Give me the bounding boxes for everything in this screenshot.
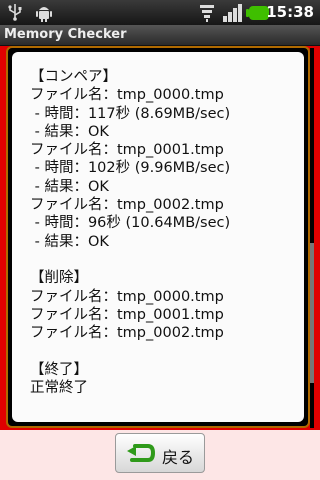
log-line: ファイル名：tmp_0000.tmp — [30, 87, 224, 104]
log-line: ファイル名：tmp_0002.tmp — [30, 197, 224, 214]
log-line: ファイル名：tmp_0001.tmp — [30, 142, 224, 159]
log-line: 【コンペア】 — [30, 69, 117, 85]
log-line: 正常終了 — [30, 380, 88, 397]
log-line: ファイル名：tmp_0000.tmp — [30, 288, 224, 305]
log-line: 【終了】 — [30, 361, 88, 378]
log-line: - 結果：OK — [30, 123, 109, 140]
log-line: - 結果：OK — [30, 178, 109, 195]
bottom-bar: 戻る — [0, 430, 320, 480]
log-scrollbar[interactable] — [310, 48, 314, 428]
wifi-icon — [197, 3, 217, 27]
app-title: Memory Checker — [4, 27, 127, 42]
signal-icon — [222, 3, 244, 27]
status-bar: 15:38 — [0, 0, 320, 25]
log-line: 【削除】 — [30, 270, 88, 287]
back-arrow-icon — [127, 444, 156, 462]
app-title-bar: Memory Checker — [0, 25, 320, 46]
log-text: 【コンペア】 ファイル名：tmp_0000.tmp - 時間：117秒 (8.6… — [30, 68, 230, 397]
android-icon — [34, 3, 54, 26]
log-panel: 【コンペア】 ファイル名：tmp_0000.tmp - 時間：117秒 (8.6… — [6, 46, 310, 428]
scrollbar-thumb[interactable] — [310, 243, 314, 383]
status-time: 15:38 — [266, 3, 314, 21]
log-line: - 時間：96秒 (10.64MB/sec) — [30, 215, 231, 232]
log-panel-inner[interactable]: 【コンペア】 ファイル名：tmp_0000.tmp - 時間：117秒 (8.6… — [12, 52, 304, 422]
log-line: - 時間：117秒 (8.69MB/sec) — [30, 105, 231, 122]
log-line: ファイル名：tmp_0001.tmp — [30, 306, 224, 323]
back-button[interactable]: 戻る — [115, 433, 205, 473]
log-line: - 結果：OK — [30, 233, 109, 250]
usb-icon — [6, 3, 24, 25]
content-area: 【コンペア】 ファイル名：tmp_0000.tmp - 時間：117秒 (8.6… — [0, 46, 320, 430]
log-line: - 時間：102秒 (9.96MB/sec) — [30, 160, 231, 177]
back-button-label: 戻る — [162, 448, 195, 467]
log-line: ファイル名：tmp_0002.tmp — [30, 325, 224, 342]
